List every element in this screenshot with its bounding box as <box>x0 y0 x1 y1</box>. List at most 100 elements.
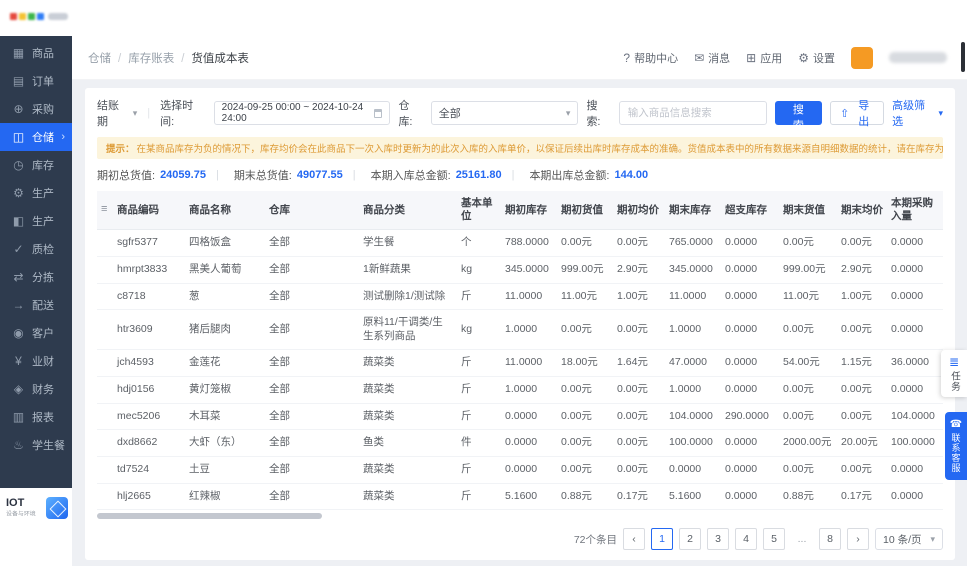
column-header: 期末货值 <box>779 191 837 231</box>
prev-page-button[interactable]: ‹ <box>623 528 645 551</box>
sidebar-item[interactable]: ◷ 库存 <box>0 151 72 179</box>
sidebar-item[interactable]: ⚙ 生产 <box>0 179 72 207</box>
period-label: 结账期 <box>97 100 119 128</box>
cell-ending-avg: 0.00元 <box>837 403 887 431</box>
page-button[interactable]: 3 <box>707 528 729 551</box>
cell-ending-value: 2000.00元 <box>779 429 837 458</box>
cell-purchase-in: 0.0000 <box>887 256 943 284</box>
cell-ending-value: 0.00元 <box>779 309 837 351</box>
date-range-input[interactable]: 2024-09-25 00:00 ~ 2024-10-24 24:00 <box>213 101 391 125</box>
header-action[interactable]: ⊞ 应用 <box>746 50 782 66</box>
sidebar-item[interactable]: → 配送 <box>0 291 72 319</box>
cell-purchase-in: 104.0000 <box>887 403 943 431</box>
sidebar-item[interactable]: ⊕ 采购 <box>0 95 72 123</box>
sidebar-item[interactable]: ▦ 商品 <box>0 39 72 67</box>
chevron-down-icon: ▾ <box>565 107 571 118</box>
header-action[interactable]: ✉ 消息 <box>694 50 730 66</box>
sidebar-item-icon: ◉ <box>13 326 24 340</box>
task-float-tab[interactable]: ≣ 任务 <box>941 350 967 397</box>
column-header: 期末库存 <box>665 191 721 231</box>
page-button[interactable]: 8 <box>819 528 841 551</box>
sidebar-item-label: 质检 <box>32 244 54 256</box>
search-input[interactable] <box>618 101 767 125</box>
column-header: 商品编码 <box>113 191 185 231</box>
sidebar-item[interactable]: ⇄ 分拣 <box>0 263 72 291</box>
cell-warehouse: 全部 <box>265 349 359 378</box>
page-button[interactable]: 2 <box>679 528 701 551</box>
cell-unit: 斤 <box>457 283 501 311</box>
table-row[interactable]: htr3609 猪后腿肉 全部 原料11/干调类/生生系列商品 kg 1.000… <box>97 309 943 351</box>
table-row[interactable]: hlj2665 红辣椒 全部 蔬菜类 斤 5.1600 0.88元 0.17元 … <box>97 483 943 511</box>
cell-purchase-in: 100.0000 <box>887 429 943 458</box>
breadcrumb-item[interactable]: 库存账表 <box>111 50 174 66</box>
header-action[interactable]: ? 帮助中心 <box>623 50 678 66</box>
sidebar-item-icon: ✓ <box>13 242 24 256</box>
cell-opening-value: 0.00元 <box>557 456 613 484</box>
advanced-filter-link[interactable]: 高级筛选 ▾ <box>892 97 943 129</box>
column-settings-icon[interactable]: ≡ <box>101 203 107 215</box>
sidebar-item[interactable]: ◉ 客户 <box>0 319 72 347</box>
cell-product-name: 葱 <box>185 283 265 311</box>
table-row[interactable]: hdj0156 黄灯笼椒 全部 蔬菜类 斤 1.0000 0.00元 0.00元… <box>97 376 943 404</box>
table-row[interactable]: c8718 葱 全部 测试删除1/测试除 斤 11.0000 11.00元 1.… <box>97 283 943 311</box>
summary-item: 本期入库总金额: 25161.80 <box>343 167 502 183</box>
page-size-select[interactable]: 10 条/页 ▾ <box>875 528 943 551</box>
cell-opening-value: 0.00元 <box>557 309 613 351</box>
page-button[interactable]: ... <box>791 528 813 551</box>
cell-product-code: htr3609 <box>113 309 185 351</box>
cell-purchase-in: 0.0000 <box>887 229 943 257</box>
next-page-button[interactable]: › <box>847 528 869 551</box>
sidebar-item[interactable]: ✓ 质检 <box>0 235 72 263</box>
app-logo <box>10 13 68 20</box>
table-row[interactable]: mec5206 木耳菜 全部 蔬菜类 斤 0.0000 0.00元 0.00元 … <box>97 403 943 431</box>
cell-opening-qty: 1.0000 <box>501 309 557 351</box>
export-button[interactable]: ⇧ 导出 <box>830 100 885 128</box>
layers-icon: ≣ <box>948 355 960 369</box>
cell-over-qty: 0.0000 <box>721 256 779 284</box>
search-button[interactable]: 搜索 <box>774 101 823 132</box>
sidebar-item-icon: ♨ <box>13 438 24 452</box>
cell-purchase-in: 0.0000 <box>887 309 943 351</box>
table-body: sgfr5377 四格饭盒 全部 学生餐 个 788.0000 0.00元 0.… <box>97 229 943 511</box>
sidebar-item[interactable]: ¥ 业财 <box>0 347 72 375</box>
table-row[interactable]: hmrpt3833 黑美人葡萄 全部 1新鲜蔬果 kg 345.0000 999… <box>97 256 943 284</box>
logo-square-yellow <box>19 13 26 20</box>
column-header: 本期采购入量 <box>887 191 943 231</box>
user-avatar[interactable] <box>851 46 873 69</box>
cell-product-name: 金莲花 <box>185 349 265 378</box>
summary-item: 期初总货值: 24059.75 <box>97 167 206 183</box>
user-name-blurred <box>889 52 947 63</box>
sidebar-item[interactable]: ♨ 学生餐 <box>0 431 72 459</box>
summary-value: 24059.75 <box>160 169 206 181</box>
cell-purchase-in: 36.0000 <box>887 349 943 378</box>
cell-ending-qty: 100.0000 <box>665 429 721 458</box>
contact-support-button[interactable]: ☎ 联系客服 <box>945 412 967 480</box>
sidebar-item[interactable]: ▥ 报表 <box>0 403 72 431</box>
table-row[interactable]: jch4593 金莲花 全部 蔬菜类 斤 11.0000 18.00元 1.64… <box>97 349 943 378</box>
period-select[interactable]: 结账期 ▾ <box>97 97 137 129</box>
table-row[interactable]: dxd8662 大虾（东） 全部 鱼类 件 0.0000 0.00元 0.00元… <box>97 429 943 458</box>
table-row[interactable]: sgfr5377 四格饭盒 全部 学生餐 个 788.0000 0.00元 0.… <box>97 229 943 257</box>
scrollbar-thumb[interactable] <box>97 513 322 520</box>
breadcrumb-item[interactable]: 货值成本表 <box>174 50 249 66</box>
sidebar-item-label: 采购 <box>32 104 54 116</box>
sidebar-item[interactable]: ◫ 仓储 <box>0 123 72 151</box>
sidebar-item-label: 财务 <box>32 384 54 396</box>
sidebar-item[interactable]: ◧ 生产 <box>0 207 72 235</box>
warehouse-select[interactable]: 全部 ▾ <box>430 101 579 125</box>
page-button[interactable]: 4 <box>735 528 757 551</box>
edge-scrollbar[interactable] <box>961 42 965 72</box>
sidebar-item-icon: ⚙ <box>13 186 24 200</box>
header-action[interactable]: ⚙ 设置 <box>798 50 835 66</box>
page-button[interactable]: 5 <box>763 528 785 551</box>
row-icon-cell <box>97 283 113 311</box>
page-button[interactable]: 1 <box>651 528 673 551</box>
cell-warehouse: 全部 <box>265 256 359 284</box>
calendar-icon <box>374 108 383 118</box>
breadcrumb-item[interactable]: 仓储 <box>88 50 111 66</box>
table-row[interactable]: td7524 土豆 全部 蔬菜类 斤 0.0000 0.00元 0.00元 0.… <box>97 456 943 484</box>
filter-bar: 结账期 ▾ | 选择时间: 2024-09-25 00:00 ~ 2024-10… <box>97 97 943 132</box>
brand-title: IOT <box>6 496 25 509</box>
sidebar-item[interactable]: ▤ 订单 <box>0 67 72 95</box>
sidebar-item[interactable]: ◈ 财务 <box>0 375 72 403</box>
